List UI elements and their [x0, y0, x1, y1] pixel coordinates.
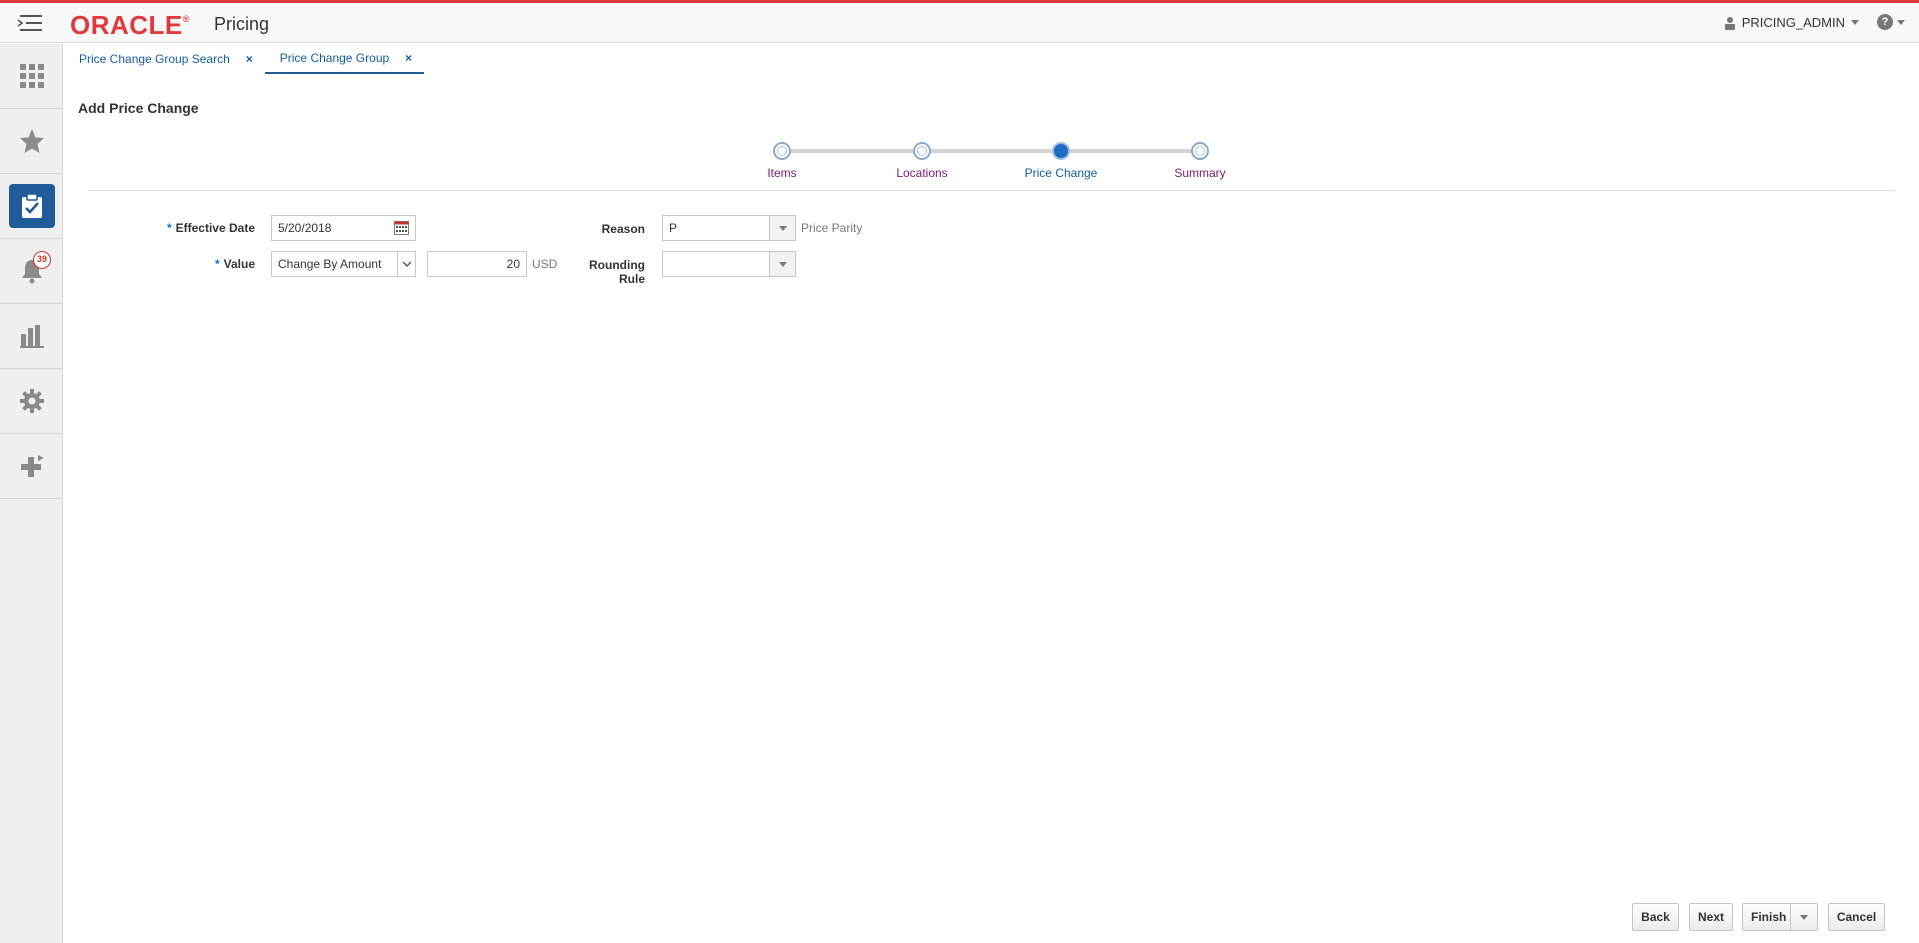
rounding-rule-dropdown-button[interactable]: [769, 252, 795, 276]
required-indicator: *: [214, 257, 220, 271]
train-label-summary[interactable]: Summary: [1140, 166, 1260, 180]
reason-description: Price Parity: [801, 221, 863, 235]
value-type-select[interactable]: Change By Amount: [271, 251, 416, 277]
currency-code: USD: [532, 257, 558, 271]
sidebar-item-notifications[interactable]: 39: [0, 239, 63, 304]
sidebar-active-box: [8, 184, 55, 228]
next-button[interactable]: Next: [1689, 903, 1733, 931]
rounding-rule-select[interactable]: [662, 251, 796, 277]
reason-select[interactable]: P: [662, 215, 796, 241]
plus-arrow-icon: [20, 455, 44, 477]
chevron-down-icon: [778, 225, 787, 231]
train-label-items[interactable]: Items: [722, 166, 842, 180]
sidebar-item-reports[interactable]: [0, 304, 63, 369]
finish-menu-button[interactable]: [1790, 904, 1817, 930]
finish-button[interactable]: Finish: [1742, 903, 1818, 931]
train-label-locations[interactable]: Locations: [862, 166, 982, 180]
value-amount-input[interactable]: 20: [427, 251, 527, 277]
sidebar-item-settings[interactable]: [0, 369, 63, 434]
gear-icon: [19, 389, 44, 413]
train-stop-price-change[interactable]: [1052, 142, 1070, 160]
value-type-dropdown-button[interactable]: [397, 252, 415, 276]
effective-date-input[interactable]: 5/20/2018: [271, 215, 416, 241]
chevron-down-icon: [778, 261, 787, 267]
chevron-down-icon: [402, 261, 411, 267]
reason-label: Reason: [601, 222, 645, 236]
train-stop-summary[interactable]: [1191, 142, 1209, 160]
train-label-price-change[interactable]: Price Change: [1001, 166, 1121, 180]
bar-chart-icon: [19, 325, 44, 348]
section-divider: [88, 190, 1895, 191]
train-stop-items[interactable]: [773, 142, 791, 160]
chevron-down-icon: [1800, 914, 1808, 920]
required-indicator: *: [166, 221, 172, 235]
step-train: Items Locations Price Change Summary: [0, 0, 1919, 190]
reason-dropdown-button[interactable]: [769, 216, 795, 240]
back-button[interactable]: Back: [1632, 903, 1679, 931]
train-stop-locations[interactable]: [913, 142, 931, 160]
effective-date-label: * Effective Date: [166, 221, 255, 235]
clipboard-check-icon: [21, 193, 42, 218]
train-connector: [782, 149, 1200, 153]
value-label: * Value: [214, 257, 255, 271]
rounding-rule-label: Rounding Rule: [589, 258, 645, 286]
calendar-icon[interactable]: [394, 221, 409, 235]
notification-count-badge: 39: [33, 251, 51, 269]
cancel-button[interactable]: Cancel: [1828, 903, 1885, 931]
sidebar-item-add[interactable]: [0, 434, 63, 499]
